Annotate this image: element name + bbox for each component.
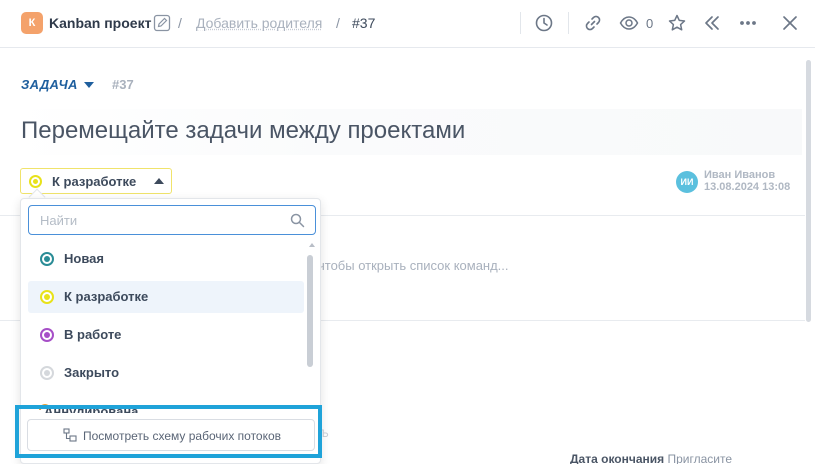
status-dot-icon bbox=[29, 175, 42, 188]
status-dot-icon bbox=[40, 290, 54, 304]
page-scrollbar[interactable] bbox=[806, 60, 811, 322]
search-input[interactable] bbox=[29, 206, 289, 234]
more-icon[interactable] bbox=[738, 13, 758, 33]
due-date-label: Дата окончания bbox=[570, 452, 665, 464]
description-editor-placeholder[interactable]: чтобы открыть список команд... bbox=[318, 258, 509, 273]
breadcrumb-separator: / bbox=[178, 15, 182, 31]
add-parent-link[interactable]: Добавить родителя bbox=[196, 15, 322, 31]
option-label: Закрыто bbox=[64, 365, 120, 380]
created-date: 13.08.2024 13:08 bbox=[704, 181, 791, 193]
status-label: К разработке bbox=[52, 174, 137, 189]
search-icon bbox=[290, 213, 305, 228]
breadcrumb-task-id: #37 bbox=[352, 15, 376, 31]
option-label: К разработке bbox=[64, 289, 149, 304]
project-badge[interactable]: К bbox=[21, 12, 43, 34]
status-dot-icon bbox=[40, 252, 54, 266]
eye-icon[interactable] bbox=[619, 13, 639, 33]
close-icon[interactable] bbox=[780, 13, 800, 33]
due-date-value[interactable]: Пригласите bbox=[667, 452, 732, 464]
task-number: #37 bbox=[112, 77, 134, 92]
highlight-annotation bbox=[15, 405, 322, 458]
status-option-new[interactable]: Новая bbox=[28, 243, 304, 275]
status-option-closed[interactable]: Закрыто bbox=[28, 357, 304, 389]
status-button[interactable]: К разработке bbox=[20, 168, 172, 194]
search-field[interactable] bbox=[28, 205, 316, 235]
dropdown-scrollbar[interactable] bbox=[307, 255, 313, 367]
collapse-icon[interactable] bbox=[702, 13, 722, 33]
breadcrumb-separator: / bbox=[336, 15, 340, 31]
avatar: ИИ bbox=[676, 171, 698, 193]
task-title[interactable]: Перемещайте задачи между проектами bbox=[12, 109, 802, 155]
option-label: В работе bbox=[64, 327, 122, 342]
status-option-to-develop[interactable]: К разработке bbox=[28, 281, 304, 313]
status-option-in-progress[interactable]: В работе bbox=[28, 319, 304, 351]
option-label: Новая bbox=[64, 251, 104, 266]
star-icon[interactable] bbox=[667, 13, 687, 33]
divider bbox=[568, 12, 569, 34]
link-icon[interactable] bbox=[583, 13, 603, 33]
task-type-selector[interactable]: ЗАДАЧА bbox=[21, 77, 78, 92]
task-header: К Kanban проект / Добавить родителя / #3… bbox=[0, 0, 815, 48]
divider bbox=[520, 12, 521, 34]
project-name-link[interactable]: Kanban проект bbox=[49, 15, 151, 31]
caret-up-icon bbox=[154, 178, 164, 184]
status-dot-icon bbox=[40, 366, 54, 380]
watchers-count: 0 bbox=[646, 16, 654, 31]
status-dot-icon bbox=[40, 328, 54, 342]
edit-icon[interactable] bbox=[153, 14, 171, 32]
scroll-up-icon[interactable] bbox=[309, 243, 315, 247]
due-date-row: Дата окончания Пригласите bbox=[570, 452, 732, 464]
clock-icon[interactable] bbox=[534, 13, 554, 33]
author-name: Иван Иванов bbox=[704, 169, 776, 181]
caret-down-icon[interactable] bbox=[84, 82, 94, 88]
